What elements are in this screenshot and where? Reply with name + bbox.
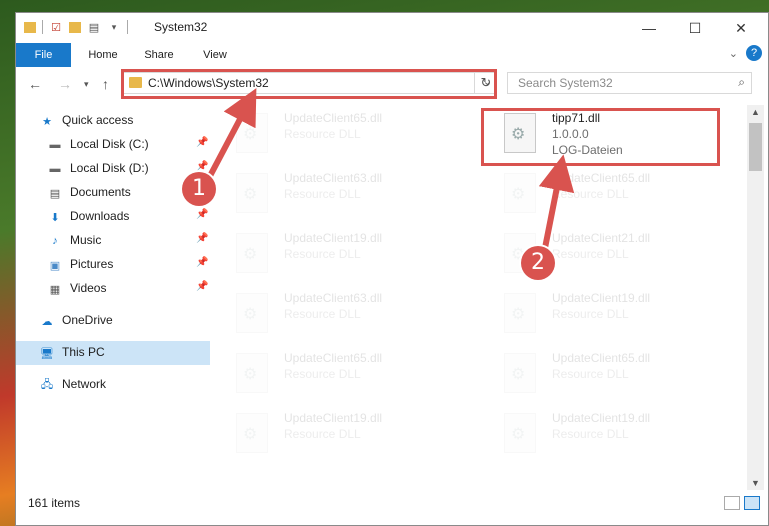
step-badge-1: 1 (182, 172, 216, 206)
annotation-arrows (207, 88, 575, 249)
arrow-1 (207, 88, 257, 178)
arrow-2 (538, 154, 575, 249)
step-badge-2: 2 (521, 246, 555, 280)
